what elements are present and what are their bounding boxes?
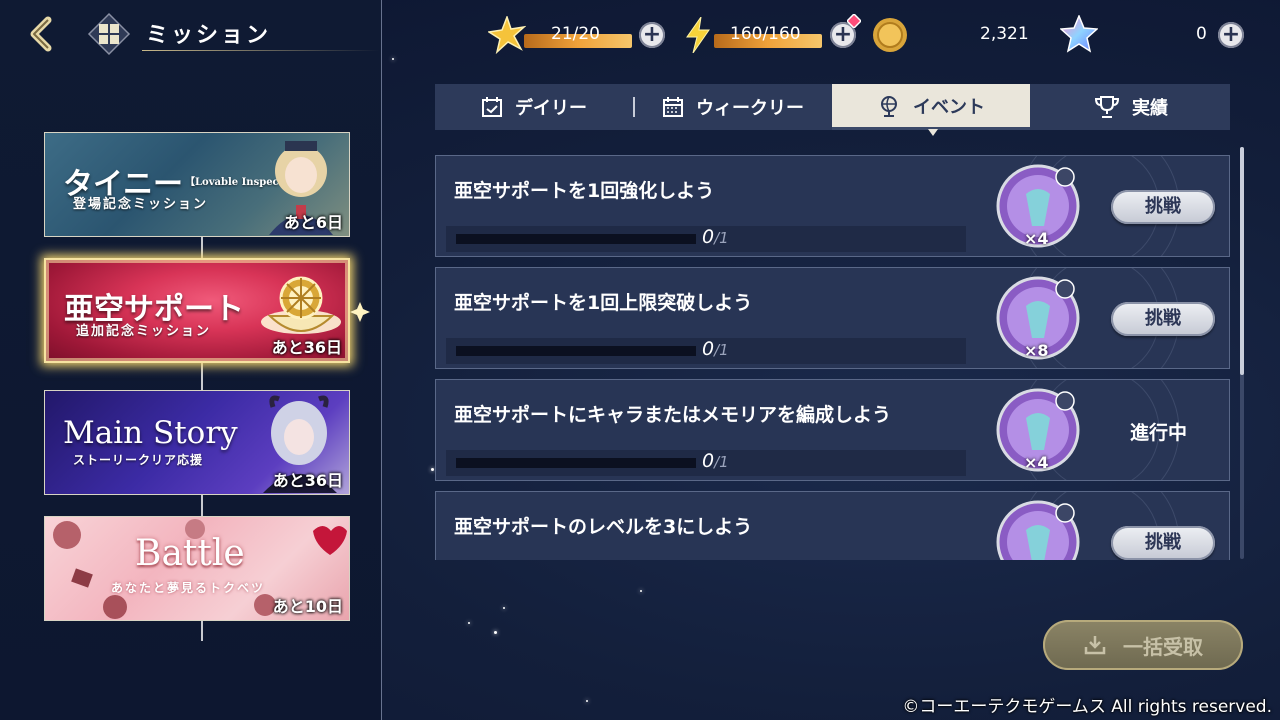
mission-description: 亜空サポートを1回強化しよう <box>454 180 715 202</box>
claim-all-button[interactable]: 一括受取 <box>1043 620 1243 670</box>
banner-days-remaining: あと10日 <box>272 597 343 616</box>
star-dot <box>640 590 642 592</box>
tab-label: デイリー <box>515 98 587 119</box>
banner-tiny-mission[interactable]: タイニー 【Lovable Inspector】 登場記念ミッション あと6日 <box>44 132 350 237</box>
scrollbar-thumb[interactable] <box>1240 147 1244 375</box>
back-button[interactable] <box>22 14 62 54</box>
calendar-check-icon <box>482 97 502 117</box>
mission-description: 亜空サポートを1回上限突破しよう <box>454 292 753 314</box>
reward-count: ×4 <box>1024 453 1049 472</box>
banner-title: Main Story <box>63 415 238 451</box>
star-dot <box>468 622 470 624</box>
claim-all-label: 一括受取 <box>1123 634 1203 659</box>
copyright-notice: ©コーエーテクモゲームス All rights reserved. <box>902 697 1272 717</box>
banner-support-mission[interactable]: 亜空サポート 追加記念ミッション あと36日 <box>44 258 350 363</box>
mission-row: 亜空サポートのレベルを3にしよう 挑戦 <box>435 491 1230 560</box>
progress-total: /1 <box>714 341 729 359</box>
reward-count: ×8 <box>1024 341 1049 360</box>
mission-progress: 0/1 <box>702 226 729 248</box>
chevron-left-icon <box>30 16 52 52</box>
banner-title: Battle <box>135 533 245 574</box>
tab-label: 実績 <box>1132 98 1168 119</box>
trophy-icon <box>1094 96 1120 118</box>
star-dot <box>586 700 588 702</box>
notification-diamond-icon <box>847 14 861 28</box>
banner-subtitle: 追加記念ミッション <box>76 324 212 339</box>
mission-progress-bar <box>456 234 696 244</box>
rainbow-star-icon <box>1060 15 1098 53</box>
banner-battle-mission[interactable]: Battle あなたと夢見るトクベツ あと10日 <box>44 516 350 621</box>
tab-event[interactable]: イベント <box>832 84 1030 130</box>
page-title: ミッション <box>146 23 272 48</box>
title-underline <box>142 50 380 51</box>
mission-list[interactable]: 亜空サポートを1回強化しよう 0/1 ×4 挑戦 亜空サポートを1回上限突破しよ… <box>435 155 1230 560</box>
grid-icon <box>87 12 131 56</box>
globe-stand-icon <box>881 95 897 117</box>
mission-progress-bar <box>456 346 696 356</box>
energy-text: 160/160 <box>730 24 801 44</box>
progress-value: 0 <box>702 338 715 360</box>
add-stars-button[interactable]: + <box>1218 22 1244 48</box>
banner-subtitle: あなたと夢見るトクベツ <box>111 581 266 595</box>
banner-days-remaining: あと36日 <box>271 338 342 357</box>
progress-value: 0 <box>702 226 715 248</box>
star-dot <box>431 468 434 471</box>
tab-daily[interactable]: デイリー <box>435 84 633 130</box>
star-burst-icon <box>488 16 526 54</box>
challenge-button[interactable]: 挑戦 <box>1111 526 1215 560</box>
lightning-icon <box>686 17 710 53</box>
banner-main-story-mission[interactable]: Main Story ストーリークリア応援 あと36日 <box>44 390 350 495</box>
mission-description: 亜空サポートにキャラまたはメモリアを編成しよう <box>454 404 892 426</box>
banner-subtitle: ストーリークリア応援 <box>73 453 204 467</box>
tab-label: ウィークリー <box>696 98 804 119</box>
progress-total: /1 <box>714 453 729 471</box>
banner-days-remaining: あと36日 <box>272 471 343 490</box>
tab-achievements[interactable]: 実績 <box>1032 84 1230 130</box>
banner-subtitle: 登場記念ミッション <box>73 197 209 212</box>
star-dot <box>503 607 505 609</box>
calendar-icon <box>663 97 683 117</box>
in-progress-status: 進行中 <box>1130 422 1188 444</box>
download-tray-icon <box>1084 636 1106 655</box>
mission-progress: 0/1 <box>702 450 729 472</box>
reward-count: ×4 <box>1024 229 1049 248</box>
active-tab-pointer <box>928 129 938 136</box>
gold-coin-icon <box>873 18 907 52</box>
challenge-button[interactable]: 挑戦 <box>1111 190 1215 224</box>
banner-days-remaining: あと6日 <box>283 213 343 232</box>
star-count: 0 <box>1196 24 1207 44</box>
star-dot <box>392 58 394 60</box>
mission-row: 亜空サポートを1回上限突破しよう 0/1 ×8 挑戦 <box>435 267 1230 369</box>
progress-total: /1 <box>714 229 729 247</box>
mission-progress: 0/1 <box>702 338 729 360</box>
tab-label: イベント <box>913 96 985 118</box>
progress-value: 0 <box>702 450 715 472</box>
mission-row: 亜空サポートを1回強化しよう 0/1 ×4 挑戦 <box>435 155 1230 257</box>
add-stamina-button[interactable]: + <box>639 22 665 48</box>
mission-description: 亜空サポートのレベルを3にしよう <box>454 516 753 538</box>
mission-tabs: デイリー ウィークリー イベント 実績 <box>435 84 1230 130</box>
challenge-button[interactable]: 挑戦 <box>1111 302 1215 336</box>
panel-divider <box>381 0 382 720</box>
stamina-text: 21/20 <box>551 24 600 44</box>
reward-item-icon <box>996 500 1080 560</box>
mission-row: 亜空サポートにキャラまたはメモリアを編成しよう 0/1 ×4 進行中 <box>435 379 1230 481</box>
selected-diamond-icon <box>350 302 370 322</box>
coin-count: 2,321 <box>980 24 1029 44</box>
mission-progress-bar <box>456 458 696 468</box>
tab-weekly[interactable]: ウィークリー <box>635 84 831 130</box>
star-dot <box>494 631 497 634</box>
